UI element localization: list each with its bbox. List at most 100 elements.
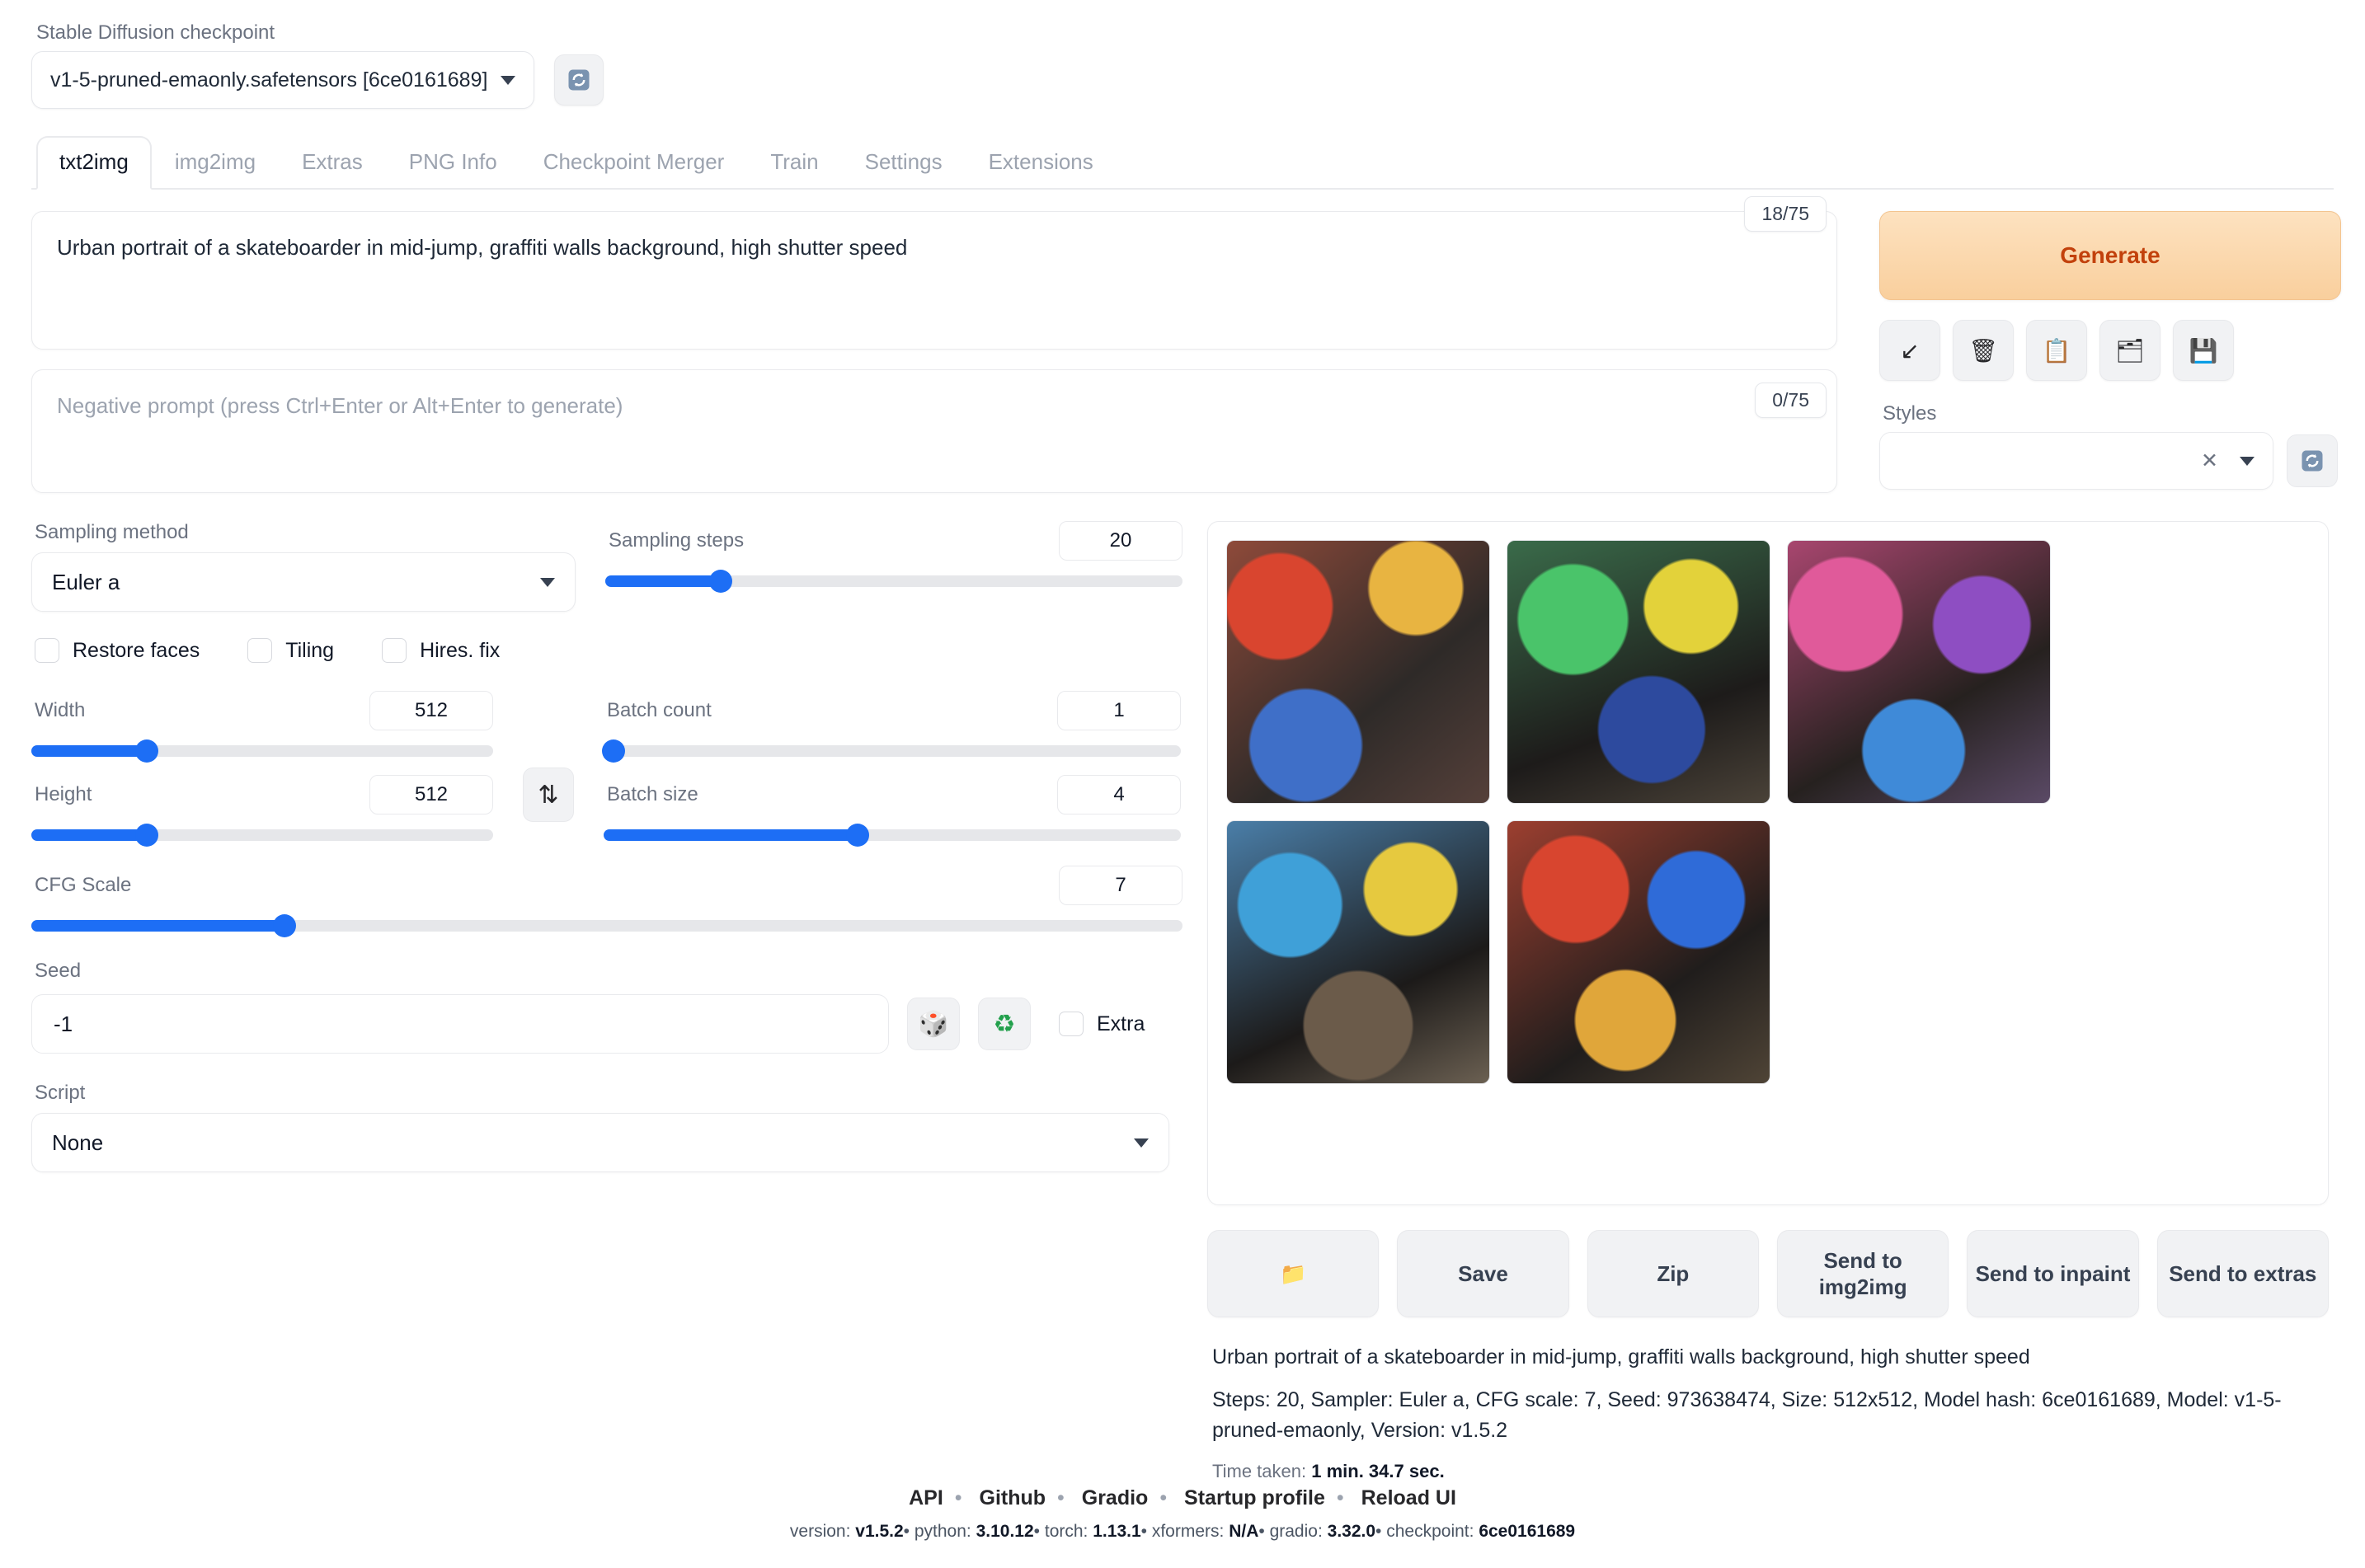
time-taken-label: Time taken:: [1212, 1460, 1307, 1481]
footer-link-reload-ui[interactable]: Reload UI: [1361, 1486, 1456, 1509]
width-slider[interactable]: [31, 739, 493, 763]
sampling-steps-value[interactable]: 20: [1059, 521, 1182, 561]
generated-image-1[interactable]: [1226, 540, 1490, 804]
sampling-method-select[interactable]: Euler a: [31, 552, 576, 612]
tab-train[interactable]: Train: [747, 149, 841, 188]
generated-image-4[interactable]: [1226, 820, 1490, 1084]
width-label: Width: [35, 699, 86, 721]
seed-input[interactable]: -1: [31, 994, 889, 1054]
meta-checkpoint-val: 6ce0161689: [1479, 1522, 1576, 1541]
generate-column: Generate ↙ 🗑 📋 🗂 💾 Styles ✕: [1879, 211, 2341, 1498]
refresh-checkpoint-button[interactable]: [554, 54, 604, 106]
card-icon[interactable]: 🗂: [2099, 320, 2160, 381]
random-seed-button[interactable]: 🎲: [907, 998, 960, 1050]
generated-image-3[interactable]: [1787, 540, 2051, 804]
sampling-steps-group: Sampling steps 20: [605, 521, 1182, 612]
cfg-scale-value[interactable]: 7: [1059, 866, 1182, 905]
sampler-steps-row: Sampling method Euler a Sampling steps 2…: [31, 521, 1182, 612]
batch-size-value[interactable]: 4: [1057, 775, 1181, 815]
batch-size-group: Batch size 4: [604, 775, 1181, 847]
tab-checkpoint-merger[interactable]: Checkpoint Merger: [520, 149, 748, 188]
meta-gradio-val: 3.32.0: [1327, 1522, 1376, 1541]
width-group: Width 512: [31, 691, 493, 763]
recycle-icon: ♻: [993, 1010, 1016, 1038]
extra-seed-label: Extra: [1097, 1012, 1145, 1035]
tiling-label: Tiling: [285, 638, 335, 662]
batch-size-slider[interactable]: [604, 824, 1181, 847]
negative-token-counter: 0/75: [1755, 383, 1827, 418]
chevron-down-icon: [1134, 1138, 1149, 1148]
batch-count-label: Batch count: [607, 699, 712, 721]
negative-prompt-input[interactable]: Negative prompt (press Ctrl+Enter or Alt…: [31, 369, 1837, 493]
sampling-method-group: Sampling method Euler a: [31, 521, 576, 612]
checkpoint-row: v1-5-pruned-emaonly.safetensors [6ce0161…: [31, 51, 2334, 109]
sampling-steps-slider[interactable]: [605, 570, 1182, 593]
arrow-down-left-icon[interactable]: ↙: [1879, 320, 1940, 381]
cfg-scale-group: CFG Scale 7: [31, 866, 1182, 937]
generate-button[interactable]: Generate: [1879, 211, 2341, 300]
swap-icon: ⇅: [538, 781, 559, 809]
height-label: Height: [35, 783, 92, 805]
refresh-styles-button[interactable]: [2287, 434, 2338, 487]
batch-count-value[interactable]: 1: [1057, 691, 1181, 730]
trash-icon[interactable]: 🗑: [1953, 320, 2014, 381]
cfg-scale-slider[interactable]: [31, 914, 1182, 937]
prompt-input[interactable]: Urban portrait of a skateboarder in mid-…: [31, 211, 1837, 350]
paste-icon[interactable]: 📋: [2026, 320, 2087, 381]
batch-count-group: Batch count 1: [602, 691, 1181, 763]
tab-img2img[interactable]: img2img: [152, 149, 279, 188]
checkbox-icon: [247, 638, 273, 663]
generated-image-2[interactable]: [1507, 540, 1770, 804]
chevron-down-icon: [540, 577, 555, 587]
checkpoint-label: Stable Diffusion checkpoint: [36, 21, 275, 44]
sampling-steps-label: Sampling steps: [609, 529, 745, 552]
save-button[interactable]: Save: [1397, 1230, 1569, 1317]
height-slider[interactable]: [31, 824, 493, 847]
meta-version-val: v1.5.2: [855, 1522, 904, 1541]
time-taken-value: 1 min. 34.7 sec.: [1311, 1460, 1445, 1481]
height-value[interactable]: 512: [369, 775, 493, 815]
swap-dimensions-button[interactable]: ⇅: [523, 768, 574, 822]
cfg-scale-label: CFG Scale: [35, 874, 132, 896]
seed-group: Seed -1 🎲 ♻ Extra: [31, 960, 1182, 1054]
zip-button[interactable]: Zip: [1587, 1230, 1759, 1317]
size-group: Width 512 Height 512: [31, 673, 493, 847]
width-value[interactable]: 512: [369, 691, 493, 730]
meta-torch-val: 1.13.1: [1093, 1522, 1141, 1541]
batch-count-slider[interactable]: [602, 739, 1181, 763]
reuse-seed-button[interactable]: ♻: [978, 998, 1031, 1050]
footer-link-api[interactable]: API: [909, 1486, 943, 1509]
tab-extras[interactable]: Extras: [279, 149, 386, 188]
tab-settings[interactable]: Settings: [842, 149, 966, 188]
meta-torch-key: torch:: [1044, 1522, 1088, 1541]
open-folder-button[interactable]: 📁: [1207, 1230, 1380, 1317]
extra-seed-checkbox[interactable]: Extra: [1059, 1012, 1145, 1036]
hires-fix-checkbox[interactable]: Hires. fix: [382, 638, 500, 663]
tab-txt2img[interactable]: txt2img: [36, 136, 152, 190]
checkbox-icon: [35, 638, 59, 663]
stable-diffusion-webui: Stable Diffusion checkpoint v1-5-pruned-…: [0, 0, 2365, 1568]
generated-image-5[interactable]: [1507, 820, 1770, 1084]
meta-python-val: 3.10.12: [976, 1522, 1034, 1541]
seed-label: Seed: [35, 960, 82, 982]
footer-link-gradio[interactable]: Gradio: [1082, 1486, 1149, 1509]
meta-xformers-val: N/A: [1229, 1522, 1259, 1541]
footer-link-github[interactable]: Github: [980, 1486, 1046, 1509]
footer-link-startup-profile[interactable]: Startup profile: [1184, 1486, 1325, 1509]
settings-area: Sampling method Euler a Sampling steps 2…: [31, 521, 2329, 1498]
script-value: None: [52, 1129, 104, 1155]
clear-styles-icon[interactable]: ✕: [2201, 448, 2218, 473]
hires-fix-label: Hires. fix: [420, 638, 501, 662]
tiling-checkbox[interactable]: Tiling: [247, 638, 334, 663]
save-style-icon[interactable]: 💾: [2173, 320, 2234, 381]
tab-extensions[interactable]: Extensions: [966, 149, 1117, 188]
restore-faces-checkbox[interactable]: Restore faces: [35, 638, 200, 663]
footer-links: API • Github • Gradio • Startup profile • Re…: [909, 1486, 1456, 1509]
styles-select[interactable]: ✕: [1879, 432, 2273, 490]
checkpoint-value: v1-5-pruned-emaonly.safetensors [6ce0161…: [50, 68, 488, 92]
tab-png-info[interactable]: PNG Info: [386, 149, 520, 188]
checkpoint-select[interactable]: v1-5-pruned-emaonly.safetensors [6ce0161…: [31, 51, 534, 109]
script-select[interactable]: None: [31, 1113, 1169, 1172]
refresh-icon: [568, 69, 590, 91]
checkbox-icon: [382, 638, 407, 663]
